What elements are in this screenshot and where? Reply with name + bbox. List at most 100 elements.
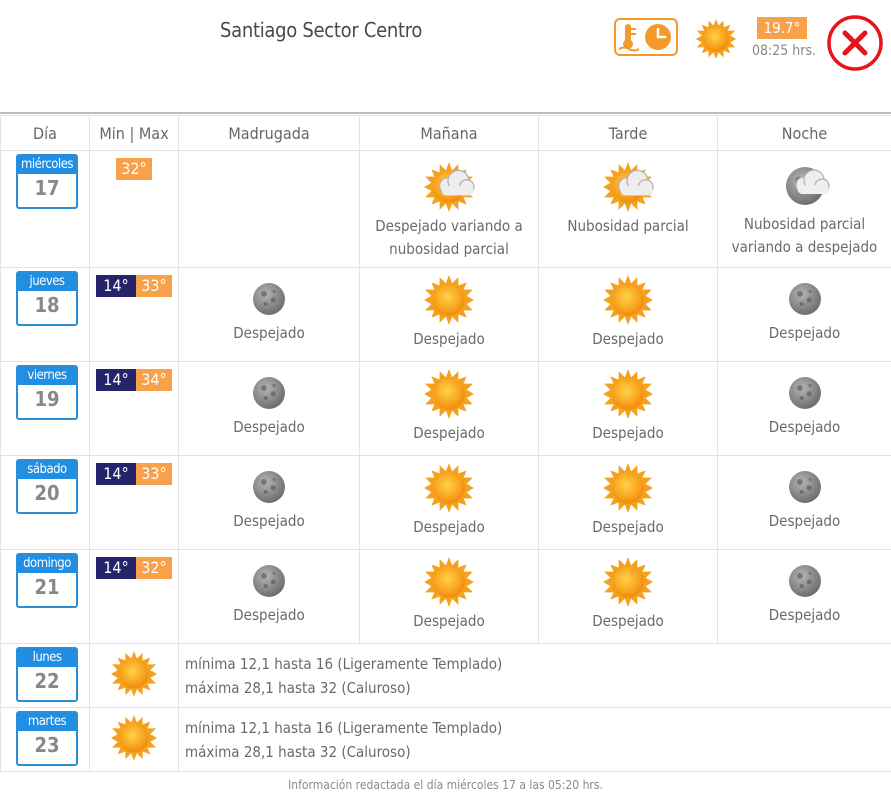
day-number: 22 [34,669,60,693]
weekday-label: lunes [18,649,76,667]
column-header-afternoon: Tarde [538,115,718,151]
moon-icon [784,560,826,602]
sun-icon [695,18,737,60]
min-max-badge: 14° 33° [96,463,178,485]
forecast-text: Despejado [413,424,485,442]
sun-icon [110,650,158,698]
calendar-date: domingo 21 [16,553,78,608]
calendar-date: miércoles 17 [16,154,78,209]
day-number: 20 [34,481,60,505]
forecast-text: Despejado [233,606,305,624]
sun-icon [602,462,654,514]
weekday-label: sábado [18,461,76,479]
thermometer-clock-icon [618,24,671,52]
close-icon[interactable] [826,14,884,72]
sun-icon [423,462,475,514]
forecast-text: Despejado variando a nubosidad parcial [375,217,523,258]
forecast-text: Despejado [592,612,664,630]
moon-icon [248,560,290,602]
calendar-date: viernes 19 [16,365,78,420]
column-header-morning: Mañana [359,115,539,151]
table-row: martes 23 mínima 12,1 hasta 16 (Ligeramen… [0,707,891,772]
forecast-text: Nubosidad parcial [567,217,689,235]
sun-icon [423,556,475,608]
forecast-text: Despejado [592,424,664,442]
column-header-day: Día [0,115,90,151]
forecast-text: Despejado [413,518,485,536]
forecast-text: Despejado [768,324,841,342]
sun-cloud-icon [423,161,475,213]
min-max-badge: 14° 32° [96,557,178,579]
day-number: 23 [34,733,60,757]
max-temperature: 34° [136,369,172,391]
sun-icon [423,274,475,326]
forecast-header: Santiago Sector Centro 19.7° 08:25 hrs. [0,0,891,114]
table-header-row: Día Min | Max Madrugada Mañana Tarde Noc… [0,115,891,151]
weekday-label: jueves [18,273,76,291]
page-title: Santiago Sector Centro [220,18,423,42]
summary-text: mínima 12,1 hasta 16 (Ligeramente Templa… [179,644,891,700]
day-number: 21 [34,575,60,599]
sun-icon [423,368,475,420]
forecast-text: Despejado [233,324,305,342]
forecast-text: Despejado [233,512,305,530]
column-header-dawn: Madrugada [178,115,360,151]
column-header-minmax: Min | Max [89,115,179,151]
forecast-text: Despejado [768,512,841,530]
calendar-date: sábado 20 [16,459,78,514]
summary-max-line: máxima 28,1 hasta 32 (Caluroso) [185,743,411,761]
calendar-date: jueves 18 [16,271,78,326]
sun-cloud-icon [602,161,654,213]
forecast-text: Despejado [413,612,485,630]
summary-min-line: mínima 12,1 hasta 16 (Ligeramente Templa… [185,719,503,737]
forecast-text: Despejado [592,518,664,536]
day-number: 18 [34,293,60,317]
calendar-date: martes 23 [16,711,78,766]
min-temperature: 14° [96,557,136,579]
sun-icon [602,368,654,420]
sun-icon [110,714,158,762]
weekday-label: domingo [18,555,76,573]
forecast-text: Despejado [768,606,841,624]
min-max-badge: 14° 33° [96,275,178,297]
table-row: viernes 19 14° 34° Despejado Despejado Des… [0,361,891,456]
day-number: 17 [34,176,60,200]
table-row: sábado 20 14° 33° Despejado Despejado Desp… [0,455,891,550]
max-temperature: 32° [116,158,152,180]
sun-icon [602,556,654,608]
moon-cloud-icon [780,161,830,211]
forecast-text: Despejado [592,330,664,348]
sun-icon [602,274,654,326]
current-temperature: 19.7° [757,17,807,39]
max-temperature: 33° [136,463,172,485]
forecast-table: Día Min | Max Madrugada Mañana Tarde Noc… [0,115,891,772]
day-number: 19 [34,387,60,411]
forecast-text: Nubosidad parcial variando a despejado [731,215,878,256]
forecast-text: Despejado [413,330,485,348]
max-temperature: 33° [136,275,172,297]
weekday-label: viernes [18,367,76,385]
max-temperature: 32° [136,557,172,579]
weekday-label: miércoles [18,156,76,174]
summary-text: mínima 12,1 hasta 16 (Ligeramente Templa… [179,708,891,764]
summary-max-line: máxima 28,1 hasta 32 (Caluroso) [185,679,411,697]
min-max-badge: 32° [116,158,178,180]
moon-icon [248,278,290,320]
forecast-text: Despejado [768,418,841,436]
moon-icon [784,278,826,320]
column-header-night: Noche [717,115,891,151]
moon-icon [248,372,290,414]
weekday-label: martes [18,713,76,731]
min-temperature: 14° [96,369,136,391]
min-max-badge: 14° 34° [96,369,178,391]
table-row: domingo 21 14° 32° Despejado Despejado Des… [0,549,891,644]
moon-icon [784,466,826,508]
table-row: lunes 22 mínima 12,1 hasta 16 (Ligerament… [0,643,891,708]
calendar-date: lunes 22 [16,647,78,702]
summary-min-line: mínima 12,1 hasta 16 (Ligeramente Templa… [185,655,503,673]
thermometer-clock-button[interactable] [614,18,678,56]
moon-icon [248,466,290,508]
footer-note: Información redactada el día miércoles 1… [288,778,603,792]
forecast-text: Despejado [233,418,305,436]
moon-icon [784,372,826,414]
